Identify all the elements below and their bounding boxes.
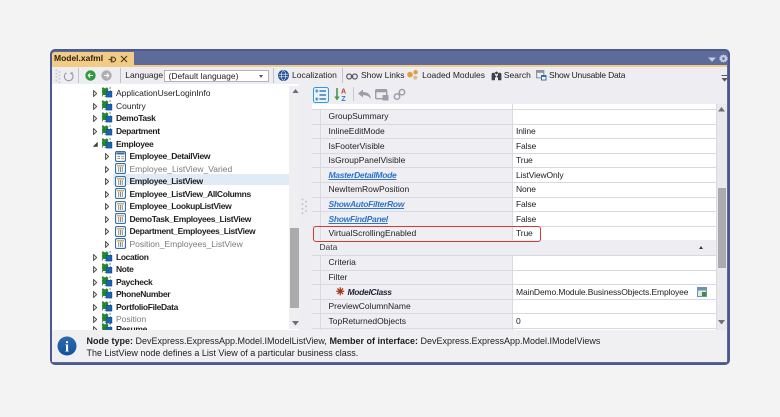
svg-text:i: i [65, 340, 69, 356]
